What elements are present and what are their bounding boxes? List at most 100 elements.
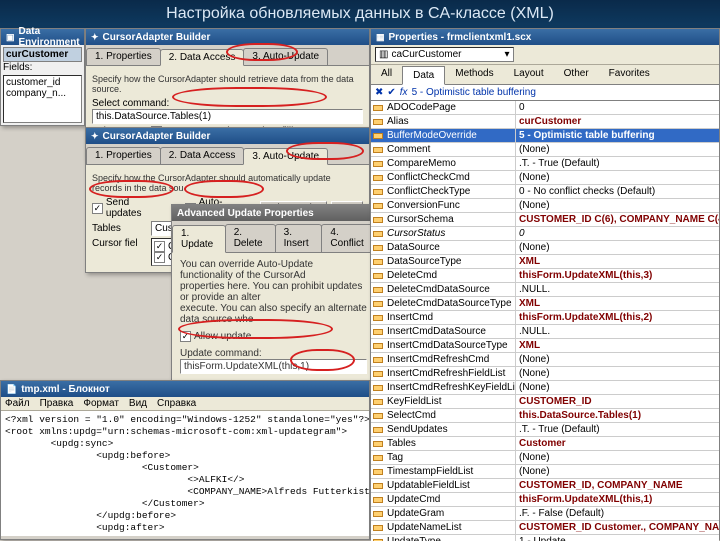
property-value[interactable]: curCustomer bbox=[516, 115, 719, 128]
menu-view[interactable]: Вид bbox=[129, 398, 147, 409]
property-row[interactable]: UpdatableFieldListCUSTOMER_ID, COMPANY_N… bbox=[371, 479, 719, 493]
property-value[interactable]: (None) bbox=[516, 367, 719, 380]
property-row[interactable]: SendUpdates.T. - True (Default) bbox=[371, 423, 719, 437]
tab-conflict[interactable]: 4. Conflict bbox=[321, 224, 376, 252]
property-row[interactable]: CursorStatus0 bbox=[371, 227, 719, 241]
tab-methods[interactable]: Methods bbox=[445, 65, 503, 84]
property-row[interactable]: InsertCmdRefreshCmd(None) bbox=[371, 353, 719, 367]
tab-layout[interactable]: Layout bbox=[504, 65, 554, 84]
property-row[interactable]: InsertCmdRefreshFieldList(None) bbox=[371, 367, 719, 381]
property-row[interactable]: DeleteCmdthisForm.UpdateXML(this,3) bbox=[371, 269, 719, 283]
send-updates-checkbox[interactable]: ✓Send updates bbox=[92, 197, 167, 219]
property-value[interactable]: 0 bbox=[516, 227, 719, 240]
property-row[interactable]: UpdateNameListCUSTOMER_ID Customer., COM… bbox=[371, 521, 719, 535]
property-row[interactable]: ConflictCheckCmd(None) bbox=[371, 171, 719, 185]
property-row[interactable]: InsertCmdDataSourceTypeXML bbox=[371, 339, 719, 353]
cursor-name: curCustomer bbox=[3, 47, 82, 62]
property-grid[interactable]: ADOCodePage0AliascurCustomerBufferModeOv… bbox=[371, 101, 719, 541]
property-value[interactable]: (None) bbox=[516, 465, 719, 478]
property-value[interactable]: (None) bbox=[516, 143, 719, 156]
tab-favorites[interactable]: Favorites bbox=[599, 65, 660, 84]
object-selector[interactable]: ▥caCurCustomer▾ bbox=[375, 47, 514, 62]
property-value[interactable]: XML bbox=[516, 297, 719, 310]
property-value[interactable]: .T. - True (Default) bbox=[516, 423, 719, 436]
property-row[interactable]: DeleteCmdDataSource.NULL. bbox=[371, 283, 719, 297]
allow-update-checkbox[interactable]: ✓Allow update bbox=[180, 331, 251, 342]
menu-file[interactable]: Файл bbox=[5, 398, 30, 409]
property-value[interactable]: 1 - Update bbox=[516, 535, 719, 541]
property-row[interactable]: TablesCustomer bbox=[371, 437, 719, 451]
property-value[interactable]: .F. - False (Default) bbox=[516, 507, 719, 520]
property-row[interactable]: CompareMemo.T. - True (Default) bbox=[371, 157, 719, 171]
property-row[interactable]: UpdateGram.F. - False (Default) bbox=[371, 507, 719, 521]
accept-icon[interactable]: ✔ bbox=[387, 87, 395, 98]
property-row[interactable]: AliascurCustomer bbox=[371, 115, 719, 129]
property-value[interactable]: (None) bbox=[516, 381, 719, 394]
property-value[interactable]: (None) bbox=[516, 241, 719, 254]
property-row[interactable]: UpdateType1 - Update bbox=[371, 535, 719, 541]
property-value[interactable]: XML bbox=[516, 255, 719, 268]
tab-data-access[interactable]: 2. Data Access bbox=[160, 147, 245, 164]
property-value[interactable]: .NULL. bbox=[516, 283, 719, 296]
property-row[interactable]: ConflictCheckType0 - No conflict checks … bbox=[371, 185, 719, 199]
menu-edit[interactable]: Правка bbox=[40, 398, 74, 409]
property-value[interactable]: XML bbox=[516, 339, 719, 352]
tab-auto-update[interactable]: 3. Auto-Update bbox=[243, 148, 328, 165]
tab-update[interactable]: 1. Update bbox=[172, 225, 226, 253]
property-value[interactable]: CUSTOMER_ID C(6), COMPANY_NAME C(40) bbox=[516, 213, 719, 226]
notepad-content[interactable]: <?xml version = "1.0" encoding="Windows-… bbox=[1, 411, 369, 536]
property-value[interactable]: .T. - True (Default) bbox=[516, 157, 719, 170]
tab-data-access[interactable]: 2. Data Access bbox=[160, 49, 245, 66]
update-cmd-input[interactable]: thisForm.UpdateXML(this,1) bbox=[180, 359, 367, 374]
property-row[interactable]: InsertCmdthisForm.UpdateXML(this,2) bbox=[371, 311, 719, 325]
property-row[interactable]: TimestampFieldList(None) bbox=[371, 465, 719, 479]
property-row[interactable]: InsertCmdDataSource.NULL. bbox=[371, 325, 719, 339]
tab-data[interactable]: Data bbox=[402, 66, 445, 85]
field-item[interactable]: customer_id bbox=[6, 77, 79, 88]
property-row[interactable]: BufferModeOverride5 - Optimistic table b… bbox=[371, 129, 719, 143]
property-value[interactable]: thisForm.UpdateXML(this,1) bbox=[516, 493, 719, 506]
property-row[interactable]: UpdateCmdthisForm.UpdateXML(this,1) bbox=[371, 493, 719, 507]
property-value[interactable]: (None) bbox=[516, 171, 719, 184]
property-row[interactable]: Tag(None) bbox=[371, 451, 719, 465]
property-value[interactable]: thisForm.UpdateXML(this,3) bbox=[516, 269, 719, 282]
property-row[interactable]: ADOCodePage0 bbox=[371, 101, 719, 115]
property-row[interactable]: InsertCmdRefreshKeyFieldList(None) bbox=[371, 381, 719, 395]
property-row[interactable]: CursorSchemaCUSTOMER_ID C(6), COMPANY_NA… bbox=[371, 213, 719, 227]
menu-format[interactable]: Формат bbox=[83, 398, 119, 409]
select-cmd-input[interactable]: this.DataSource.Tables(1) bbox=[92, 109, 363, 124]
tab-properties[interactable]: 1. Properties bbox=[86, 147, 161, 164]
property-value[interactable]: 5 - Optimistic table buffering bbox=[516, 129, 719, 142]
property-value[interactable]: Customer bbox=[516, 437, 719, 450]
property-value[interactable]: CUSTOMER_ID Customer., COMPANY_NAME Cust… bbox=[516, 521, 719, 534]
tab-auto-update[interactable]: 3. Auto-Update bbox=[243, 48, 328, 65]
property-value[interactable]: (None) bbox=[516, 451, 719, 464]
fields-list[interactable]: customer_id company_n... bbox=[3, 75, 82, 123]
property-value[interactable]: .NULL. bbox=[516, 325, 719, 338]
tab-all[interactable]: All bbox=[371, 65, 402, 84]
property-value[interactable]: 0 bbox=[516, 101, 719, 114]
property-row[interactable]: Comment(None) bbox=[371, 143, 719, 157]
property-row[interactable]: DataSourceTypeXML bbox=[371, 255, 719, 269]
property-value[interactable]: thisForm.UpdateXML(this,2) bbox=[516, 311, 719, 324]
property-value[interactable]: CUSTOMER_ID bbox=[516, 395, 719, 408]
property-value[interactable]: this.DataSource.Tables(1) bbox=[516, 409, 719, 422]
field-item[interactable]: company_n... bbox=[6, 88, 79, 99]
tab-delete[interactable]: 2. Delete bbox=[225, 224, 276, 252]
property-row[interactable]: SelectCmdthis.DataSource.Tables(1) bbox=[371, 409, 719, 423]
tab-insert[interactable]: 3. Insert bbox=[275, 224, 323, 252]
property-row[interactable]: DeleteCmdDataSourceTypeXML bbox=[371, 297, 719, 311]
property-row[interactable]: KeyFieldListCUSTOMER_ID bbox=[371, 395, 719, 409]
property-value[interactable]: 0 - No conflict checks (Default) bbox=[516, 185, 719, 198]
fx-icon[interactable]: fx bbox=[400, 87, 408, 98]
tab-other[interactable]: Other bbox=[554, 65, 599, 84]
menu-help[interactable]: Справка bbox=[157, 398, 196, 409]
property-value[interactable]: (None) bbox=[516, 353, 719, 366]
cancel-icon[interactable]: ✖ bbox=[375, 87, 383, 98]
property-value[interactable]: (None) bbox=[516, 199, 719, 212]
property-row[interactable]: ConversionFunc(None) bbox=[371, 199, 719, 213]
tab-properties[interactable]: 1. Properties bbox=[86, 48, 161, 65]
property-value[interactable]: CUSTOMER_ID, COMPANY_NAME bbox=[516, 479, 719, 492]
property-value-editor[interactable]: ✖ ✔ fx 5 - Optimistic table buffering bbox=[371, 85, 719, 101]
property-row[interactable]: DataSource(None) bbox=[371, 241, 719, 255]
